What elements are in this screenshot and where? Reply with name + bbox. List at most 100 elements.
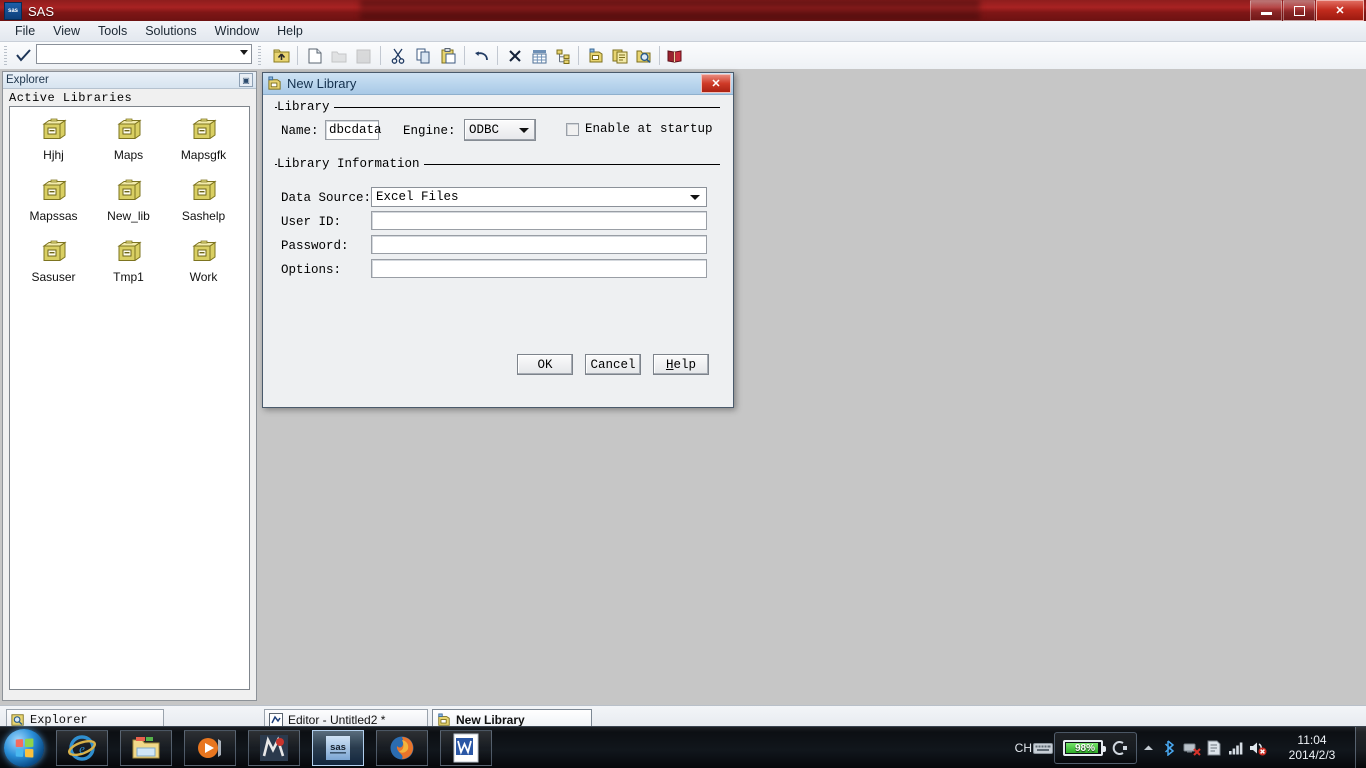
battery-indicator[interactable]: 98% [1054,732,1137,764]
action-center-icon[interactable] [1203,737,1225,759]
library-drawer-icon [38,115,70,145]
volume-muted-icon[interactable] [1247,737,1269,759]
command-input[interactable] [36,44,252,64]
new-library-icon [268,76,281,90]
restore-button[interactable] [1283,0,1315,21]
start-button[interactable] [4,729,44,767]
chevron-down-icon[interactable] [240,50,248,55]
ok-button[interactable]: OK [517,354,573,375]
paste-icon[interactable] [437,46,459,66]
system-tray: CH 98% 11:04 2014/2/3 [1015,727,1366,768]
mdi-client-area: Explorer ▣ Active Libraries Hjhj Maps Ma… [0,69,1366,705]
explorer-maximize-button[interactable]: ▣ [239,73,253,87]
svg-text:sas: sas [330,742,346,753]
new-library-icon[interactable] [585,46,607,66]
dialog-title: New Library [287,76,357,91]
bluetooth-icon[interactable] [1159,737,1181,759]
open-folder-icon [328,46,350,66]
chevron-up-icon[interactable] [1137,737,1159,759]
cut-icon[interactable] [387,46,409,66]
library-item-label: New_lib [107,209,150,223]
taskbar-firefox[interactable] [376,730,428,766]
toolbar-separator-3 [464,46,465,65]
menu-tools[interactable]: Tools [89,22,136,40]
delete-icon[interactable] [504,46,526,66]
checkmark-icon[interactable] [14,47,32,64]
library-item[interactable]: Tmp1 [91,237,166,284]
up-one-level-icon[interactable] [270,46,292,66]
window-button-new-library-label: New Library [456,712,525,727]
new-library-dialog: New Library ✕ Library Name: dbcdata Engi… [262,72,734,408]
library-drawer-icon [38,237,70,267]
obscured-title-region [360,0,980,19]
data-source-select[interactable]: Excel Files [371,187,707,207]
menu-view[interactable]: View [44,22,89,40]
enable-at-startup-checkbox[interactable]: Enable at startup [566,122,713,136]
password-input[interactable] [371,235,707,254]
cancel-button[interactable]: Cancel [585,354,641,375]
menu-help[interactable]: Help [268,22,312,40]
minimize-button[interactable] [1250,0,1282,21]
menu-solutions[interactable]: Solutions [136,22,205,40]
toolbar-grip-2[interactable] [258,46,261,65]
toolbar-separator-2 [380,46,381,65]
library-item-label: Maps [113,148,144,162]
ime-indicator[interactable]: CH [1015,741,1032,755]
toolbar-separator-6 [659,46,660,65]
undo-icon[interactable] [471,46,493,66]
library-item-label: Work [189,270,218,284]
explorer-title: Explorer [6,74,49,86]
find-icon[interactable] [633,46,655,66]
library-item[interactable]: Mapsgfk [166,115,241,162]
taskbar-m-app[interactable] [248,730,300,766]
library-item[interactable]: Hjhj [16,115,91,162]
dialog-close-button[interactable]: ✕ [701,74,731,93]
library-item[interactable]: Sashelp [166,176,241,223]
svg-text:e: e [79,741,85,756]
name-input[interactable]: dbcdata [325,120,382,140]
toolbar-grip-1[interactable] [4,46,7,65]
library-group-label: Library [277,100,334,114]
minimize-icon [1260,12,1272,15]
power-plug-icon [1112,741,1127,755]
toolbar-separator-1 [297,46,298,65]
menu-file[interactable]: File [6,22,44,40]
signal-bars-icon[interactable] [1225,737,1247,759]
clock-date: 2014/2/3 [1288,748,1336,762]
library-item[interactable]: New_lib [91,176,166,223]
clock[interactable]: 11:04 2014/2/3 [1269,733,1355,763]
library-item-label: Mapssas [29,209,78,223]
user-id-input[interactable] [371,211,707,230]
chevron-down-icon [519,128,529,133]
firefox-icon [390,736,414,760]
options-input[interactable] [371,259,707,278]
engine-select[interactable]: ODBC [464,119,536,141]
tree-view-icon[interactable] [552,46,574,66]
help-button[interactable]: Help [653,354,709,375]
network-disconnected-icon[interactable] [1181,737,1203,759]
sas-icon: sas [4,2,22,20]
library-drawer-icon [188,176,220,206]
library-item[interactable]: Maps [91,115,166,162]
taskbar-sas[interactable]: sas [312,730,364,766]
close-button[interactable]: ✕ [1316,0,1364,21]
table-view-icon[interactable] [528,46,550,66]
menu-window[interactable]: Window [206,22,268,40]
taskbar-media-player[interactable] [184,730,236,766]
copy-icon[interactable] [412,46,434,66]
library-item[interactable]: Work [166,237,241,284]
help-book-icon[interactable] [663,46,685,66]
library-item[interactable]: Mapssas [16,176,91,223]
explorer-icon[interactable] [609,46,631,66]
restore-icon [1293,5,1305,16]
show-desktop-button[interactable] [1355,727,1366,768]
library-item[interactable]: Sasuser [16,237,91,284]
taskbar-internet-explorer[interactable]: e [56,730,108,766]
internet-explorer-icon: e [67,735,97,761]
library-drawer-icon [113,176,145,206]
taskbar-windows-explorer[interactable] [120,730,172,766]
new-document-icon[interactable] [304,46,326,66]
keyboard-icon[interactable] [1032,737,1054,759]
taskbar-word[interactable] [440,730,492,766]
window-button-explorer-label: Explorer [30,712,88,727]
